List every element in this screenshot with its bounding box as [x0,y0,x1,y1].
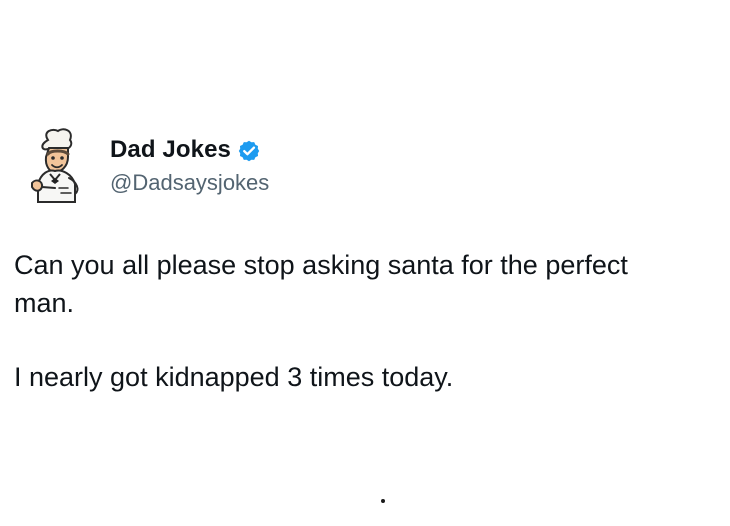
chef-cartoon-avatar-icon [31,128,79,203]
tweet-header: Dad Jokes @Dadsaysjokes [24,126,269,210]
tweet-card: Dad Jokes @Dadsaysjokes Can you all plea… [0,0,730,526]
verified-badge-icon [238,140,260,162]
display-name[interactable]: Dad Jokes [110,138,231,162]
author-block: Dad Jokes @Dadsaysjokes [110,138,269,195]
handle[interactable]: @Dadsaysjokes [110,170,269,195]
tweet-paragraph: I nearly got kidnapped 3 times today. [14,362,454,392]
display-name-row: Dad Jokes [110,138,269,162]
avatar[interactable] [24,126,86,210]
stray-dot [381,499,385,503]
tweet-text: Can you all please stop asking santa for… [14,246,714,396]
tweet-paragraph: Can you all please stop asking santa for… [14,250,628,318]
